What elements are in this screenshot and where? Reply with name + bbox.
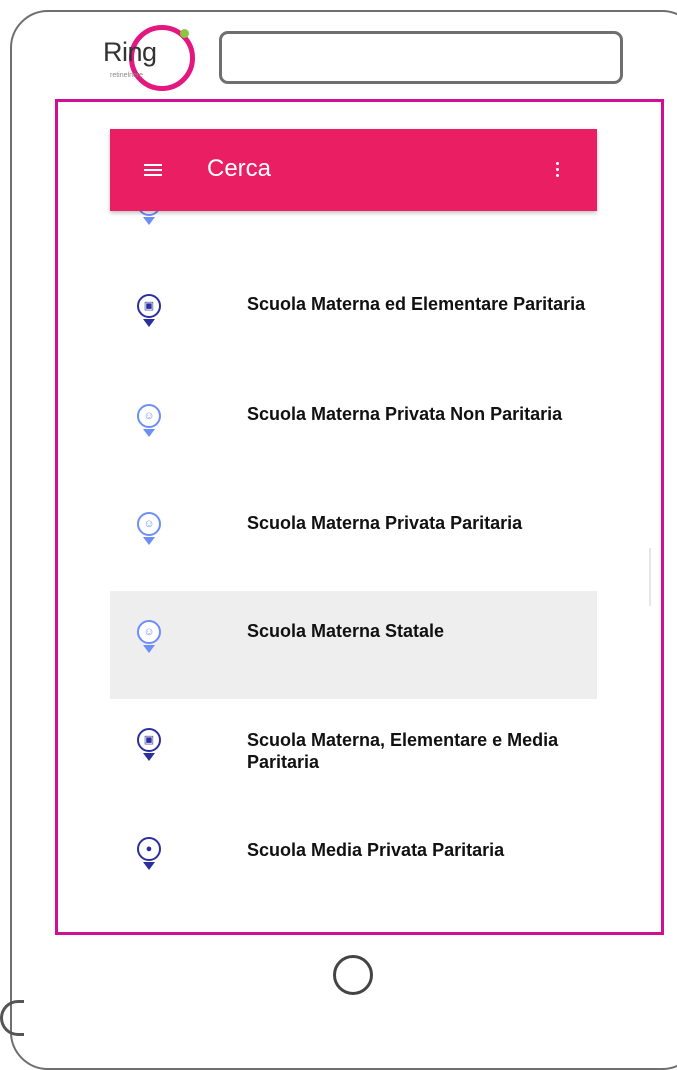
list-item-label: Scuola Media Privata Paritaria (247, 840, 505, 860)
list-item-label: Scuola Materna Statale (247, 621, 445, 641)
corner-mark (0, 1000, 24, 1036)
logo-dot (180, 29, 189, 38)
scrollbar[interactable] (649, 548, 651, 606)
list-item[interactable]: ☺ Scuola Materna Privata Paritaria (110, 439, 597, 547)
home-button[interactable] (333, 955, 373, 995)
list-item[interactable]: ▣ Scuola Materna, Elementare e Media Par… (110, 699, 597, 807)
school-pin-icon: ● (134, 837, 164, 879)
category-list: ▣ Scuola Materna ed Elementare Paritaria… (110, 192, 651, 932)
url-input[interactable] (219, 31, 623, 84)
list-item-label: Scuola Materna Privata Paritaria (247, 513, 523, 533)
hamburger-menu-icon[interactable] (144, 162, 164, 178)
list-item-label: Scuola Materna Privata Non Paritaria (247, 404, 563, 424)
school-pin-icon: ▣ (134, 728, 164, 770)
app-bar: Cerca (110, 129, 597, 211)
ring-logo: Ring retinelnere (103, 25, 199, 93)
more-vert-icon[interactable] (554, 160, 562, 178)
logo-subtext: retinelnere (110, 72, 144, 79)
list-item[interactable]: ● Scuola Media Privata Paritaria (110, 807, 597, 915)
kindergarten-pin-icon: ☺ (134, 512, 164, 554)
list-item-label: Scuola Materna ed Elementare Paritaria (247, 294, 586, 314)
app-screen: Cerca ▣ Scuola Materna ed Elementare Par… (55, 99, 664, 935)
page-title: Cerca (207, 155, 272, 182)
list-item-selected[interactable]: ☺ Scuola Materna Statale (110, 591, 597, 699)
list-item-label: Scuola Materna, Elementare e Media Parit… (247, 730, 559, 772)
list-item[interactable]: ☺ Scuola Materna Privata Non Paritaria (110, 331, 597, 439)
school-pin-icon: ▣ (134, 294, 164, 336)
logo-text: Ring (103, 37, 157, 67)
list-item[interactable]: ▣ Scuola Materna ed Elementare Paritaria (110, 223, 597, 331)
kindergarten-pin-icon: ☺ (134, 620, 164, 662)
